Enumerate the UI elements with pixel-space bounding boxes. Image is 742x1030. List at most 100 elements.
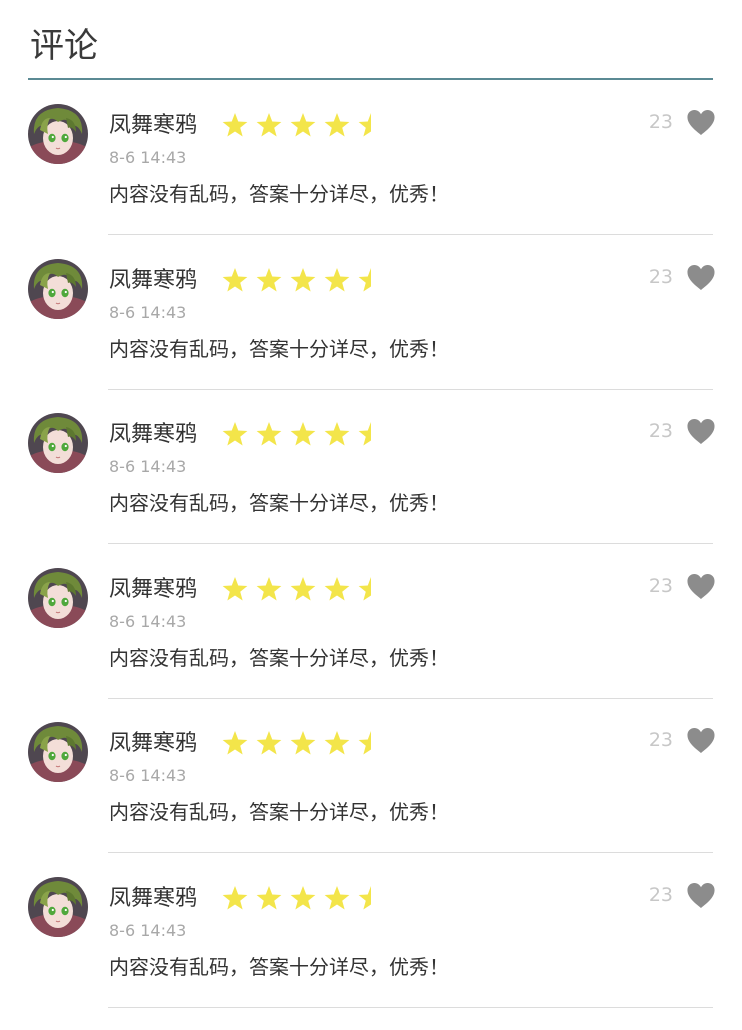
anime-avatar-icon (28, 104, 88, 164)
star-icon (256, 886, 282, 910)
star-rating-graphic (222, 731, 371, 755)
half-star-icon (358, 422, 371, 446)
star-icon (324, 731, 350, 755)
star-rating (222, 267, 382, 295)
commenter-name: 凤舞寒鸦 (109, 731, 198, 756)
comment-item: 凤舞寒鸦 8-6 14:43 内容没有乱码，答案十分详尽，优秀！ 23 (0, 853, 742, 1008)
heart-icon[interactable] (686, 882, 716, 909)
comment-time: 8-6 14:43 (109, 148, 187, 167)
avatar[interactable] (28, 259, 88, 319)
star-rating (222, 730, 382, 758)
star-icon (290, 577, 316, 601)
commenter-name: 凤舞寒鸦 (109, 577, 198, 602)
comment-text: 内容没有乱码，答案十分详尽，优秀！ (109, 646, 449, 670)
comments-header: 评论 (28, 0, 713, 80)
star-icon (324, 422, 350, 446)
heart-icon[interactable] (686, 573, 716, 600)
comment-time: 8-6 14:43 (109, 921, 187, 940)
divider (108, 1007, 713, 1008)
heart-shape (687, 419, 715, 444)
star-rating (222, 885, 382, 913)
star-rating-graphic (222, 113, 371, 137)
comment-text: 内容没有乱码，答案十分详尽，优秀！ (109, 800, 449, 824)
comment-item: 凤舞寒鸦 8-6 14:43 内容没有乱码，答案十分详尽，优秀！ 23 (0, 235, 742, 390)
avatar[interactable] (28, 722, 88, 782)
star-rating (222, 576, 382, 604)
like-count: 23 (648, 420, 673, 442)
star-rating (222, 112, 382, 140)
star-icon (222, 577, 248, 601)
comment-time: 8-6 14:43 (109, 766, 187, 785)
heart-icon[interactable] (686, 264, 716, 291)
star-icon (324, 886, 350, 910)
page-title: 评论 (30, 26, 98, 66)
comment-time: 8-6 14:43 (109, 303, 187, 322)
star-icon (324, 113, 350, 137)
heart-shape (687, 883, 715, 908)
comment-text: 内容没有乱码，答案十分详尽，优秀！ (109, 337, 449, 361)
like-count: 23 (648, 884, 673, 906)
commenter-name: 凤舞寒鸦 (109, 268, 198, 293)
comment-text: 内容没有乱码，答案十分详尽，优秀！ (109, 491, 449, 515)
star-icon (290, 886, 316, 910)
comment-text: 内容没有乱码，答案十分详尽，优秀！ (109, 182, 449, 206)
star-icon (222, 113, 248, 137)
commenter-name: 凤舞寒鸦 (109, 422, 198, 447)
commenter-name: 凤舞寒鸦 (109, 113, 198, 138)
like-count: 23 (648, 575, 673, 597)
anime-avatar-icon (28, 568, 88, 628)
star-icon (256, 422, 282, 446)
star-icon (324, 268, 350, 292)
avatar[interactable] (28, 877, 88, 937)
star-icon (256, 113, 282, 137)
comments-page: 评论 凤舞寒鸦 8-6 14:43 内容没有乱码，答案十分详尽，优秀！ 23 凤… (0, 0, 742, 1030)
star-rating-graphic (222, 886, 371, 910)
avatar[interactable] (28, 413, 88, 473)
anime-avatar-icon (28, 413, 88, 473)
comment-item: 凤舞寒鸦 8-6 14:43 内容没有乱码，答案十分详尽，优秀！ 23 (0, 698, 742, 853)
star-icon (222, 886, 248, 910)
heart-shape (687, 728, 715, 753)
star-icon (290, 731, 316, 755)
half-star-icon (358, 731, 371, 755)
star-icon (256, 577, 282, 601)
commenter-name: 凤舞寒鸦 (109, 886, 198, 911)
like-count: 23 (648, 266, 673, 288)
like-count: 23 (648, 111, 673, 133)
star-icon (256, 731, 282, 755)
half-star-icon (358, 113, 371, 137)
comment-text: 内容没有乱码，答案十分详尽，优秀！ (109, 955, 449, 979)
comment-item: 凤舞寒鸦 8-6 14:43 内容没有乱码，答案十分详尽，优秀！ 23 (0, 544, 742, 699)
avatar[interactable] (28, 104, 88, 164)
heart-icon[interactable] (686, 418, 716, 445)
anime-avatar-icon (28, 259, 88, 319)
like-count: 23 (648, 729, 673, 751)
comment-item: 凤舞寒鸦 8-6 14:43 内容没有乱码，答案十分详尽，优秀！ 23 (0, 389, 742, 544)
star-icon (222, 268, 248, 292)
star-rating-graphic (222, 422, 371, 446)
avatar[interactable] (28, 568, 88, 628)
star-icon (256, 268, 282, 292)
comment-item: 凤舞寒鸦 8-6 14:43 内容没有乱码，答案十分详尽，优秀！ 23 (0, 80, 742, 235)
anime-avatar-icon (28, 722, 88, 782)
star-icon (290, 113, 316, 137)
comment-time: 8-6 14:43 (109, 612, 187, 631)
anime-avatar-icon (28, 877, 88, 937)
comment-time: 8-6 14:43 (109, 457, 187, 476)
heart-shape (687, 110, 715, 135)
heart-shape (687, 574, 715, 599)
star-rating (222, 421, 382, 449)
star-rating-graphic (222, 577, 371, 601)
star-icon (290, 422, 316, 446)
star-icon (290, 268, 316, 292)
half-star-icon (358, 886, 371, 910)
heart-icon[interactable] (686, 727, 716, 754)
heart-icon[interactable] (686, 109, 716, 136)
half-star-icon (358, 577, 371, 601)
star-icon (324, 577, 350, 601)
half-star-icon (358, 268, 371, 292)
star-icon (222, 731, 248, 755)
star-rating-graphic (222, 268, 371, 292)
star-icon (222, 422, 248, 446)
heart-shape (687, 265, 715, 290)
